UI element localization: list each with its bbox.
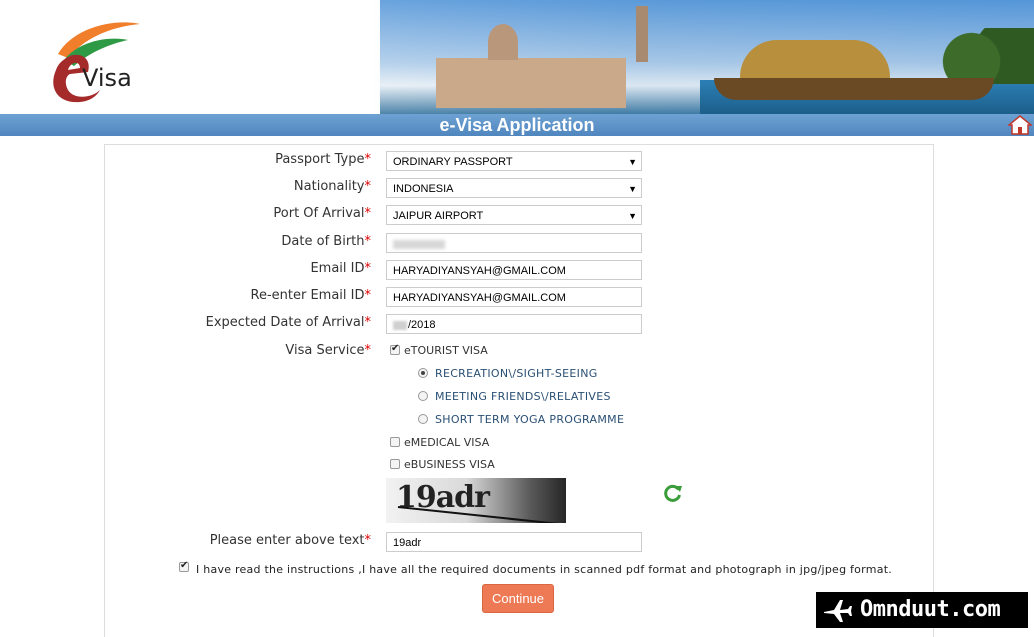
visa-service-label: Visa Service* — [285, 343, 371, 358]
passport-type-label: Passport Type* — [275, 152, 371, 167]
instructions-checkbox[interactable] — [179, 560, 189, 572]
refresh-captcha-icon[interactable] — [663, 483, 683, 503]
port-of-arrival-select[interactable]: JAIPUR AIRPORT ▼ — [386, 205, 642, 225]
recreation-label: RECREATION\/SIGHT-SEEING — [435, 367, 598, 380]
home-icon[interactable] — [1008, 115, 1032, 135]
etourist-checkbox[interactable] — [390, 343, 400, 355]
watermark: Omnduut.com — [816, 592, 1028, 628]
date-of-birth-input[interactable] — [386, 233, 642, 253]
page-title: e-Visa Application — [439, 115, 595, 135]
dropdown-arrow-icon: ▼ — [628, 157, 637, 167]
banner-building — [436, 58, 626, 108]
header-banner: Visa — [0, 0, 1034, 114]
meeting-friends-radio[interactable] — [418, 391, 428, 401]
reenter-email-label: Re-enter Email ID* — [250, 288, 372, 303]
banner-trees — [930, 28, 1034, 84]
ebusiness-checkbox[interactable] — [390, 459, 400, 469]
blurred-value — [393, 320, 407, 330]
expected-arrival-input[interactable]: /2018 — [386, 314, 642, 334]
recreation-radio[interactable] — [418, 368, 428, 378]
ebusiness-label: eBUSINESS VISA — [404, 458, 495, 471]
blurred-value — [393, 239, 445, 249]
port-of-arrival-label: Port Of Arrival* — [273, 206, 371, 221]
captcha-input-label: Please enter above text* — [209, 533, 371, 548]
dropdown-arrow-icon: ▼ — [628, 211, 637, 221]
reenter-email-input[interactable]: HARYADIYANSYAH@GMAIL.COM — [386, 287, 642, 307]
banner-dome — [488, 24, 518, 60]
yoga-programme-label: SHORT TERM YOGA PROGRAMME — [435, 413, 625, 426]
banner-boat — [714, 78, 994, 100]
continue-button[interactable]: Continue — [482, 584, 554, 613]
evisa-logo: Visa — [18, 18, 148, 114]
passport-type-select[interactable]: ORDINARY PASSPORT ▼ — [386, 151, 642, 171]
banner-tower — [636, 6, 648, 62]
expected-arrival-label: Expected Date of Arrival* — [205, 315, 371, 330]
meeting-friends-label: MEETING FRIENDS\/RELATIVES — [435, 390, 611, 403]
dropdown-arrow-icon: ▼ — [628, 184, 637, 194]
banner-boat-roof — [740, 40, 890, 80]
nationality-label: Nationality* — [293, 179, 371, 194]
emedical-label: eMEDICAL VISA — [404, 436, 490, 449]
email-input[interactable]: HARYADIYANSYAH@GMAIL.COM — [386, 260, 642, 280]
instructions-text: I have read the instructions ,I have all… — [196, 563, 893, 576]
logo-text: Visa — [82, 64, 132, 92]
captcha-image: 19adr — [386, 478, 566, 523]
airplane-icon — [824, 600, 852, 622]
etourist-label: eTOURIST VISA — [404, 344, 488, 357]
emedical-checkbox[interactable] — [390, 437, 400, 447]
title-bar: e-Visa Application — [0, 114, 1034, 136]
evisa-logo-mark: Visa — [53, 22, 140, 103]
email-label: Email ID* — [310, 261, 371, 276]
watermark-text: Omnduut.com — [860, 597, 1001, 622]
captcha-input[interactable]: 19adr — [386, 532, 642, 552]
nationality-select[interactable]: INDONESIA ▼ — [386, 178, 642, 198]
date-of-birth-label: Date of Birth* — [281, 234, 371, 249]
yoga-programme-radio[interactable] — [418, 414, 428, 424]
